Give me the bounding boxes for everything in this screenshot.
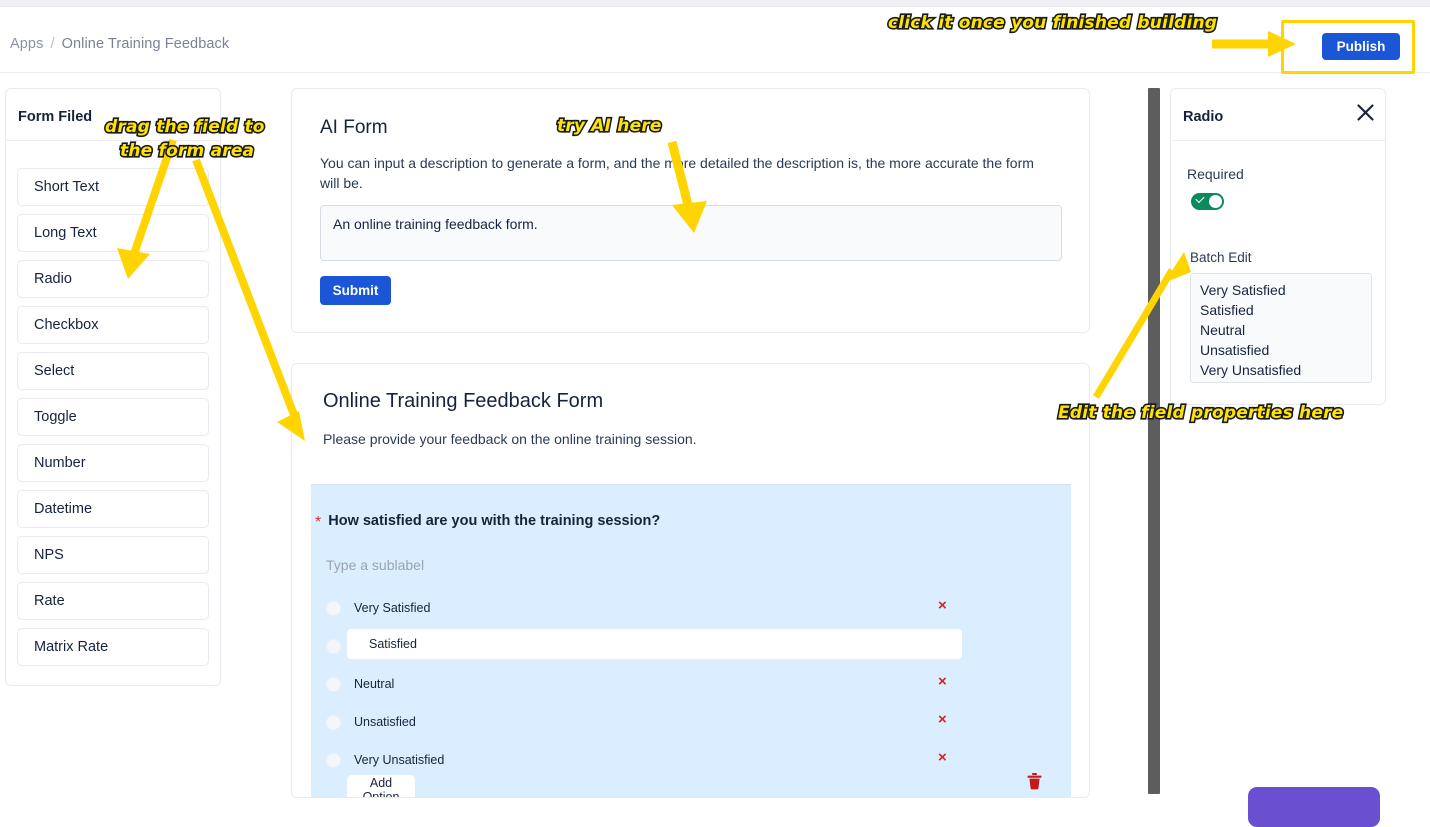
ai-form-card: AI Form You can input a description to g… [291, 88, 1090, 333]
breadcrumb-separator: / [50, 36, 55, 52]
field-type-toggle[interactable]: Toggle [17, 398, 209, 436]
window-top-strip [0, 0, 1430, 7]
toggle-knob [1209, 195, 1222, 208]
field-type-short-text[interactable]: Short Text [17, 168, 209, 206]
radio-circle-icon[interactable] [326, 714, 341, 730]
field-type-label: Datetime [34, 501, 93, 517]
breadcrumb-apps[interactable]: Apps [10, 36, 43, 52]
field-properties-panel: Radio Required Batch Edit [1170, 88, 1386, 405]
field-type-label: Checkbox [34, 317, 99, 333]
field-type-label: NPS [34, 547, 64, 563]
form-preview-card: Online Training Feedback Form Please pro… [291, 363, 1090, 798]
batch-edit-label: Batch Edit [1190, 250, 1252, 265]
ai-prompt-input[interactable] [320, 205, 1062, 261]
radio-option-label[interactable]: Unsatisfied [354, 715, 416, 729]
field-type-long-text[interactable]: Long Text [17, 214, 209, 252]
radio-circle-icon[interactable] [326, 676, 341, 692]
ai-form-title: AI Form [320, 117, 388, 138]
properties-panel-title: Radio [1183, 109, 1224, 125]
close-icon[interactable] [1356, 103, 1375, 127]
check-icon [1195, 193, 1205, 204]
field-type-list: Short Text Long Text Radio Checkbox Sele… [17, 168, 209, 674]
field-type-label: Rate [34, 593, 65, 609]
field-type-select[interactable]: Select [17, 352, 209, 390]
breadcrumb: Apps / Online Training Feedback [10, 36, 229, 52]
field-type-radio[interactable]: Radio [17, 260, 209, 298]
delete-option-icon[interactable]: × [938, 750, 947, 765]
ai-form-description: You can input a description to generate … [320, 155, 1034, 191]
required-toggle[interactable] [1191, 193, 1224, 210]
form-preview-subtitle[interactable]: Please provide your feedback on the onli… [323, 431, 697, 447]
publish-button[interactable]: Publish [1322, 33, 1400, 60]
radio-field-block[interactable]: * How satisfied are you with the trainin… [311, 484, 1071, 797]
delete-field-trash-icon[interactable] [1027, 773, 1042, 795]
radio-option-label[interactable]: Very Unsatisfied [354, 753, 444, 767]
sidebar-title: Form Filed [18, 109, 93, 125]
add-option-button[interactable]: Add Option [347, 775, 415, 797]
breadcrumb-current: Online Training Feedback [61, 36, 230, 52]
radio-option-row[interactable]: Neutral × [311, 665, 1071, 703]
field-label-row: * How satisfied are you with the trainin… [315, 513, 660, 531]
field-type-checkbox[interactable]: Checkbox [17, 306, 209, 344]
required-label: Required [1187, 166, 1244, 182]
floating-chat-widget[interactable] [1248, 787, 1380, 827]
field-sublabel-placeholder[interactable]: Type a sublabel [326, 557, 424, 573]
radio-option-row-editing[interactable] [311, 627, 1071, 665]
field-type-datetime[interactable]: Datetime [17, 490, 209, 528]
radio-option-input[interactable] [347, 629, 962, 659]
ai-submit-button[interactable]: Submit [320, 276, 391, 305]
form-preview-title[interactable]: Online Training Feedback Form [323, 390, 603, 413]
radio-option-row[interactable]: Very Satisfied × [311, 589, 1071, 627]
properties-panel-divider [1171, 140, 1385, 141]
vertical-scrollbar[interactable] [1148, 88, 1160, 794]
radio-option-row[interactable]: Unsatisfied × [311, 703, 1071, 741]
radio-option-row[interactable]: Very Unsatisfied × [311, 741, 1071, 779]
field-type-nps[interactable]: NPS [17, 536, 209, 574]
field-type-label: Select [34, 363, 75, 379]
field-type-label: Short Text [34, 179, 100, 195]
radio-circle-icon[interactable] [326, 638, 341, 654]
sidebar-divider [6, 140, 220, 141]
delete-option-icon[interactable]: × [938, 712, 947, 727]
field-type-label: Toggle [34, 409, 77, 425]
field-label[interactable]: How satisfied are you with the training … [328, 513, 660, 529]
form-fields-sidebar: Form Filed Short Text Long Text Radio Ch… [5, 88, 221, 686]
delete-option-icon[interactable]: × [938, 598, 947, 613]
delete-option-icon[interactable]: × [938, 674, 947, 689]
app-header: Apps / Online Training Feedback Publish [0, 7, 1430, 74]
radio-option-list: Very Satisfied × Neutral × Unsatisfied ×… [311, 589, 1071, 779]
field-type-label: Number [34, 455, 86, 471]
field-type-label: Long Text [34, 225, 97, 241]
field-type-label: Radio [34, 271, 72, 287]
field-type-rate[interactable]: Rate [17, 582, 209, 620]
batch-edit-textarea[interactable] [1190, 273, 1372, 383]
annotation-properties-text: Edit the field properties here [1056, 401, 1344, 424]
field-type-matrix-rate[interactable]: Matrix Rate [17, 628, 209, 666]
radio-option-label[interactable]: Neutral [354, 677, 394, 691]
required-asterisk: * [315, 514, 322, 531]
field-type-number[interactable]: Number [17, 444, 209, 482]
radio-circle-icon[interactable] [326, 752, 341, 768]
radio-circle-icon[interactable] [326, 600, 341, 616]
radio-option-label[interactable]: Very Satisfied [354, 601, 430, 615]
field-type-label: Matrix Rate [34, 639, 109, 655]
